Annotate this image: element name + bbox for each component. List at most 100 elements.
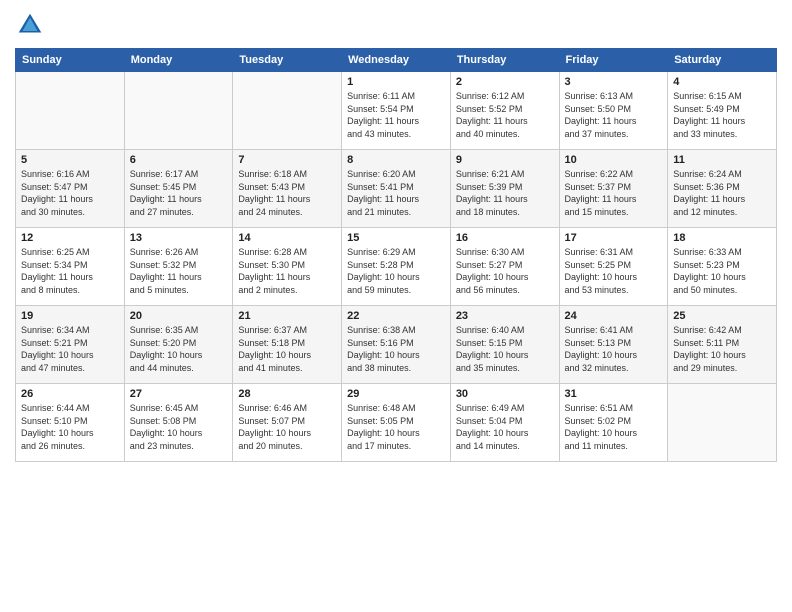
weekday-header: Saturday	[668, 49, 777, 72]
day-number: 7	[238, 154, 336, 166]
calendar-week-row: 19 Sunrise: 6:34 AM Sunset: 5:21 PM Dayli…	[16, 306, 777, 384]
day-info: Sunrise: 6:26 AM Sunset: 5:32 PM Dayligh…	[130, 246, 228, 296]
day-number: 1	[347, 76, 445, 88]
calendar-cell: 19 Sunrise: 6:34 AM Sunset: 5:21 PM Dayli…	[16, 306, 125, 384]
calendar-cell: 26 Sunrise: 6:44 AM Sunset: 5:10 PM Dayli…	[16, 384, 125, 462]
weekday-header: Thursday	[450, 49, 559, 72]
day-info: Sunrise: 6:45 AM Sunset: 5:08 PM Dayligh…	[130, 402, 228, 452]
calendar-cell: 16 Sunrise: 6:30 AM Sunset: 5:27 PM Dayli…	[450, 228, 559, 306]
logo-icon	[15, 10, 45, 40]
calendar-week-row: 12 Sunrise: 6:25 AM Sunset: 5:34 PM Dayli…	[16, 228, 777, 306]
day-number: 4	[673, 76, 771, 88]
calendar-cell: 31 Sunrise: 6:51 AM Sunset: 5:02 PM Dayli…	[559, 384, 668, 462]
calendar-cell: 23Sunrise: 6:40 AM Sunset: 5:15 PM Dayli…	[450, 306, 559, 384]
day-number: 21	[238, 310, 336, 322]
day-number: 16	[456, 232, 554, 244]
day-info: Sunrise: 6:28 AM Sunset: 5:30 PM Dayligh…	[238, 246, 336, 296]
calendar-cell: 3 Sunrise: 6:13 AM Sunset: 5:50 PM Daylig…	[559, 72, 668, 150]
calendar-cell	[233, 72, 342, 150]
day-number: 3	[565, 76, 663, 88]
day-info: Sunrise: 6:41 AM Sunset: 5:13 PM Dayligh…	[565, 324, 663, 374]
calendar-cell: 18Sunrise: 6:33 AM Sunset: 5:23 PM Dayli…	[668, 228, 777, 306]
calendar-cell: 12 Sunrise: 6:25 AM Sunset: 5:34 PM Dayli…	[16, 228, 125, 306]
weekday-header: Wednesday	[342, 49, 451, 72]
weekday-header: Tuesday	[233, 49, 342, 72]
day-info: Sunrise: 6:38 AM Sunset: 5:16 PM Dayligh…	[347, 324, 445, 374]
calendar-cell: 11 Sunrise: 6:24 AM Sunset: 5:36 PM Dayli…	[668, 150, 777, 228]
calendar-cell: 8 Sunrise: 6:20 AM Sunset: 5:41 PM Daylig…	[342, 150, 451, 228]
day-info: Sunrise: 6:46 AM Sunset: 5:07 PM Dayligh…	[238, 402, 336, 452]
calendar-cell: 2 Sunrise: 6:12 AM Sunset: 5:52 PM Daylig…	[450, 72, 559, 150]
day-number: 12	[21, 232, 119, 244]
day-number: 20	[130, 310, 228, 322]
day-info: Sunrise: 6:30 AM Sunset: 5:27 PM Dayligh…	[456, 246, 554, 296]
calendar-cell: 6 Sunrise: 6:17 AM Sunset: 5:45 PM Daylig…	[124, 150, 233, 228]
day-number: 9	[456, 154, 554, 166]
calendar-cell: 27 Sunrise: 6:45 AM Sunset: 5:08 PM Dayli…	[124, 384, 233, 462]
calendar-cell: 29 Sunrise: 6:48 AM Sunset: 5:05 PM Dayli…	[342, 384, 451, 462]
logo	[15, 10, 49, 40]
day-number: 2	[456, 76, 554, 88]
calendar-cell: 30 Sunrise: 6:49 AM Sunset: 5:04 PM Dayli…	[450, 384, 559, 462]
day-info: Sunrise: 6:16 AM Sunset: 5:47 PM Dayligh…	[21, 168, 119, 218]
calendar-cell: 21 Sunrise: 6:37 AM Sunset: 5:18 PM Dayli…	[233, 306, 342, 384]
day-number: 24	[565, 310, 663, 322]
calendar-week-row: 26 Sunrise: 6:44 AM Sunset: 5:10 PM Dayli…	[16, 384, 777, 462]
day-info: Sunrise: 6:35 AM Sunset: 5:20 PM Dayligh…	[130, 324, 228, 374]
day-info: Sunrise: 6:42 AM Sunset: 5:11 PM Dayligh…	[673, 324, 771, 374]
day-number: 14	[238, 232, 336, 244]
calendar-header-row: SundayMondayTuesdayWednesdayThursdayFrid…	[16, 49, 777, 72]
day-number: 27	[130, 388, 228, 400]
calendar-cell: 13 Sunrise: 6:26 AM Sunset: 5:32 PM Dayli…	[124, 228, 233, 306]
weekday-header: Monday	[124, 49, 233, 72]
day-number: 28	[238, 388, 336, 400]
day-info: Sunrise: 6:13 AM Sunset: 5:50 PM Dayligh…	[565, 90, 663, 140]
weekday-header: Sunday	[16, 49, 125, 72]
day-number: 29	[347, 388, 445, 400]
day-info: Sunrise: 6:22 AM Sunset: 5:37 PM Dayligh…	[565, 168, 663, 218]
calendar-cell: 17 Sunrise: 6:31 AM Sunset: 5:25 PM Dayli…	[559, 228, 668, 306]
calendar-cell: 20 Sunrise: 6:35 AM Sunset: 5:20 PM Dayli…	[124, 306, 233, 384]
day-info: Sunrise: 6:34 AM Sunset: 5:21 PM Dayligh…	[21, 324, 119, 374]
calendar-week-row: 1Sunrise: 6:11 AM Sunset: 5:54 PM Daylig…	[16, 72, 777, 150]
day-info: Sunrise: 6:31 AM Sunset: 5:25 PM Dayligh…	[565, 246, 663, 296]
day-number: 30	[456, 388, 554, 400]
day-number: 11	[673, 154, 771, 166]
calendar-cell: 5 Sunrise: 6:16 AM Sunset: 5:47 PM Daylig…	[16, 150, 125, 228]
day-number: 13	[130, 232, 228, 244]
calendar-cell: 28 Sunrise: 6:46 AM Sunset: 5:07 PM Dayli…	[233, 384, 342, 462]
day-info: Sunrise: 6:17 AM Sunset: 5:45 PM Dayligh…	[130, 168, 228, 218]
calendar-cell	[668, 384, 777, 462]
day-info: Sunrise: 6:48 AM Sunset: 5:05 PM Dayligh…	[347, 402, 445, 452]
day-number: 17	[565, 232, 663, 244]
calendar-week-row: 5 Sunrise: 6:16 AM Sunset: 5:47 PM Daylig…	[16, 150, 777, 228]
day-number: 8	[347, 154, 445, 166]
day-number: 19	[21, 310, 119, 322]
day-info: Sunrise: 6:25 AM Sunset: 5:34 PM Dayligh…	[21, 246, 119, 296]
calendar-cell: 9Sunrise: 6:21 AM Sunset: 5:39 PM Daylig…	[450, 150, 559, 228]
day-number: 5	[21, 154, 119, 166]
day-info: Sunrise: 6:51 AM Sunset: 5:02 PM Dayligh…	[565, 402, 663, 452]
day-number: 23	[456, 310, 554, 322]
day-number: 6	[130, 154, 228, 166]
day-number: 15	[347, 232, 445, 244]
day-info: Sunrise: 6:49 AM Sunset: 5:04 PM Dayligh…	[456, 402, 554, 452]
day-number: 31	[565, 388, 663, 400]
calendar-cell: 22 Sunrise: 6:38 AM Sunset: 5:16 PM Dayli…	[342, 306, 451, 384]
day-info: Sunrise: 6:44 AM Sunset: 5:10 PM Dayligh…	[21, 402, 119, 452]
day-number: 22	[347, 310, 445, 322]
page-header	[15, 10, 777, 40]
calendar-cell: 4Sunrise: 6:15 AM Sunset: 5:49 PM Daylig…	[668, 72, 777, 150]
day-number: 26	[21, 388, 119, 400]
day-info: Sunrise: 6:24 AM Sunset: 5:36 PM Dayligh…	[673, 168, 771, 218]
weekday-header: Friday	[559, 49, 668, 72]
calendar-cell: 15Sunrise: 6:29 AM Sunset: 5:28 PM Dayli…	[342, 228, 451, 306]
day-info: Sunrise: 6:37 AM Sunset: 5:18 PM Dayligh…	[238, 324, 336, 374]
calendar-cell	[124, 72, 233, 150]
day-info: Sunrise: 6:20 AM Sunset: 5:41 PM Dayligh…	[347, 168, 445, 218]
day-info: Sunrise: 6:12 AM Sunset: 5:52 PM Dayligh…	[456, 90, 554, 140]
page-container: SundayMondayTuesdayWednesdayThursdayFrid…	[0, 0, 792, 472]
calendar-cell: 10Sunrise: 6:22 AM Sunset: 5:37 PM Dayli…	[559, 150, 668, 228]
calendar-cell: 24 Sunrise: 6:41 AM Sunset: 5:13 PM Dayli…	[559, 306, 668, 384]
day-number: 25	[673, 310, 771, 322]
